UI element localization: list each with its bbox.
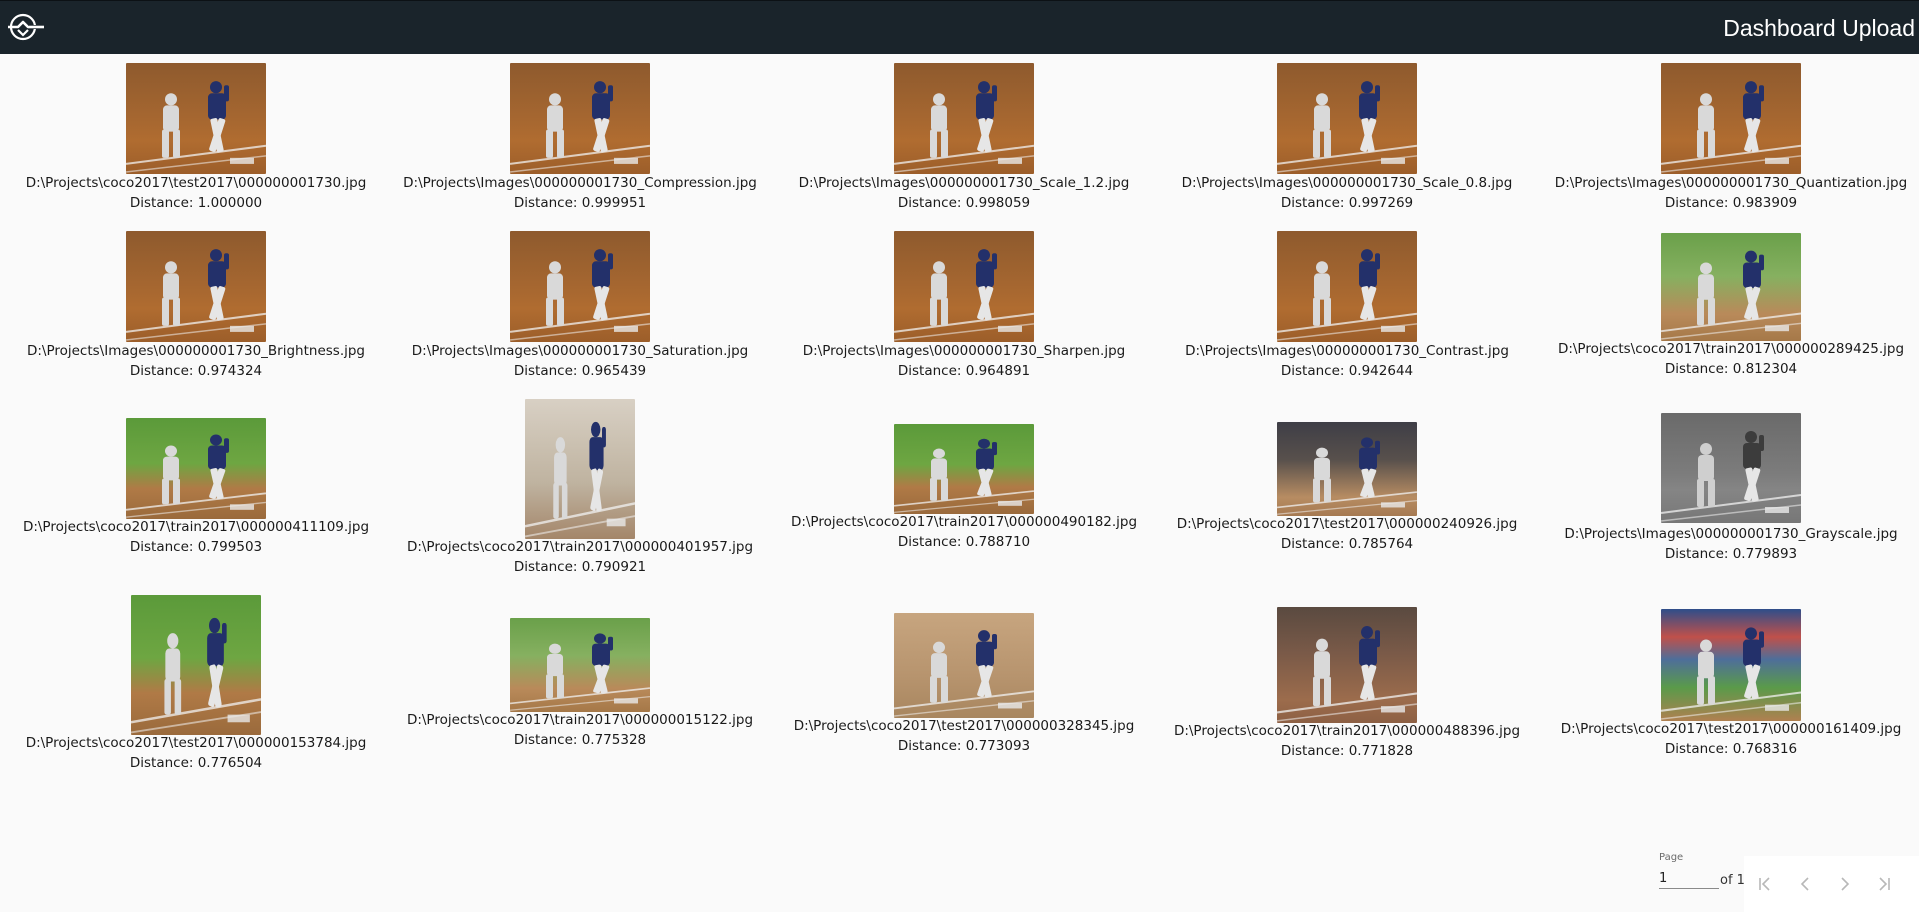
result-thumbnail[interactable]	[510, 63, 650, 174]
pager-buttons	[1744, 856, 1919, 912]
page-label: Page	[1659, 852, 1684, 863]
chevron-left-icon	[1800, 877, 1809, 891]
result-thumbnail[interactable]	[525, 399, 635, 539]
result-thumbnail[interactable]	[894, 63, 1034, 174]
page-number-input[interactable]	[1659, 868, 1719, 889]
result-file-path: D:\Projects\coco2017\test2017\0000003283…	[793, 718, 1135, 734]
page-count: of 1	[1720, 873, 1745, 888]
result-distance: Distance: 0.775328	[513, 732, 647, 748]
result-file-path: D:\Projects\coco2017\train2017\000000488…	[1173, 723, 1521, 739]
result-distance: Distance: 0.788710	[897, 534, 1031, 550]
result-thumbnail[interactable]	[126, 418, 266, 519]
result-file-path: D:\Projects\coco2017\train2017\000000289…	[1557, 341, 1905, 357]
result-distance: Distance: 0.999951	[513, 195, 647, 211]
result-thumbnail[interactable]	[894, 231, 1034, 342]
result-distance: Distance: 0.942644	[1280, 363, 1414, 379]
result-thumbnail[interactable]	[1661, 63, 1801, 174]
result-distance: Distance: 0.997269	[1280, 195, 1414, 211]
result-thumbnail[interactable]	[1277, 231, 1417, 342]
result-distance: Distance: 0.998059	[897, 195, 1031, 211]
result-distance: Distance: 0.779893	[1664, 546, 1798, 562]
result-thumbnail[interactable]	[126, 63, 266, 174]
page-title: Dashboard Upload	[1723, 15, 1915, 41]
result-file-path: D:\Projects\coco2017\test2017\0000000017…	[25, 175, 367, 191]
app-logo-icon[interactable]	[4, 11, 46, 43]
result-distance: Distance: 0.773093	[897, 738, 1031, 754]
first-page-button[interactable]	[1749, 868, 1781, 900]
last-page-icon	[1879, 877, 1890, 891]
result-distance: Distance: 0.785764	[1280, 536, 1414, 552]
last-page-button[interactable]	[1868, 868, 1900, 900]
result-distance: Distance: 0.974324	[129, 363, 263, 379]
result-file-path: D:\Projects\coco2017\train2017\000000401…	[406, 539, 754, 555]
result-file-path: D:\Projects\Images\000000001730_Contrast…	[1185, 343, 1509, 359]
result-file-path: D:\Projects\Images\000000001730_Scale_0.…	[1181, 175, 1513, 191]
result-file-path: D:\Projects\coco2017\train2017\000000015…	[406, 712, 754, 728]
result-file-path: D:\Projects\Images\000000001730_Sharpen.…	[802, 343, 1126, 359]
result-distance: Distance: 0.812304	[1664, 361, 1798, 377]
result-distance: Distance: 0.799503	[129, 539, 263, 555]
result-distance: Distance: 0.768316	[1664, 741, 1798, 757]
result-thumbnail[interactable]	[894, 613, 1034, 718]
result-file-path: D:\Projects\coco2017\test2017\0000001537…	[25, 735, 367, 751]
result-file-path: D:\Projects\Images\000000001730_Grayscal…	[1564, 526, 1898, 542]
top-bar: Dashboard Upload	[0, 0, 1919, 54]
result-thumbnail[interactable]	[510, 231, 650, 342]
result-thumbnail[interactable]	[126, 231, 266, 342]
previous-page-button[interactable]	[1789, 868, 1821, 900]
result-thumbnail[interactable]	[131, 595, 261, 735]
result-distance: Distance: 1.000000	[129, 195, 263, 211]
next-page-button[interactable]	[1829, 868, 1861, 900]
result-distance: Distance: 0.964891	[897, 363, 1031, 379]
result-file-path: D:\Projects\coco2017\test2017\0000002409…	[1176, 516, 1518, 532]
result-distance: Distance: 0.965439	[513, 363, 647, 379]
result-distance: Distance: 0.790921	[513, 559, 647, 575]
result-distance: Distance: 0.983909	[1664, 195, 1798, 211]
result-file-path: D:\Projects\coco2017\test2017\0000001614…	[1560, 721, 1902, 737]
result-file-path: D:\Projects\Images\000000001730_Compress…	[403, 175, 757, 191]
result-thumbnail[interactable]	[510, 618, 650, 712]
result-thumbnail[interactable]	[1277, 422, 1417, 516]
result-file-path: D:\Projects\Images\000000001730_Brightne…	[26, 343, 366, 359]
result-thumbnail[interactable]	[1277, 607, 1417, 723]
result-thumbnail[interactable]	[894, 424, 1034, 514]
result-thumbnail[interactable]	[1661, 233, 1801, 341]
result-file-path: D:\Projects\coco2017\train2017\000000411…	[22, 519, 370, 535]
result-thumbnail[interactable]	[1277, 63, 1417, 174]
result-distance: Distance: 0.776504	[129, 755, 263, 771]
result-distance: Distance: 0.771828	[1280, 743, 1414, 759]
result-file-path: D:\Projects\Images\000000001730_Saturati…	[411, 343, 749, 359]
result-file-path: D:\Projects\coco2017\train2017\000000490…	[790, 514, 1138, 530]
result-file-path: D:\Projects\Images\000000001730_Quantiza…	[1554, 175, 1908, 191]
chevron-right-icon	[1841, 877, 1850, 891]
result-file-path: D:\Projects\Images\000000001730_Scale_1.…	[798, 175, 1130, 191]
first-page-icon	[1759, 877, 1770, 891]
result-thumbnail[interactable]	[1661, 609, 1801, 721]
result-thumbnail[interactable]	[1661, 413, 1801, 523]
